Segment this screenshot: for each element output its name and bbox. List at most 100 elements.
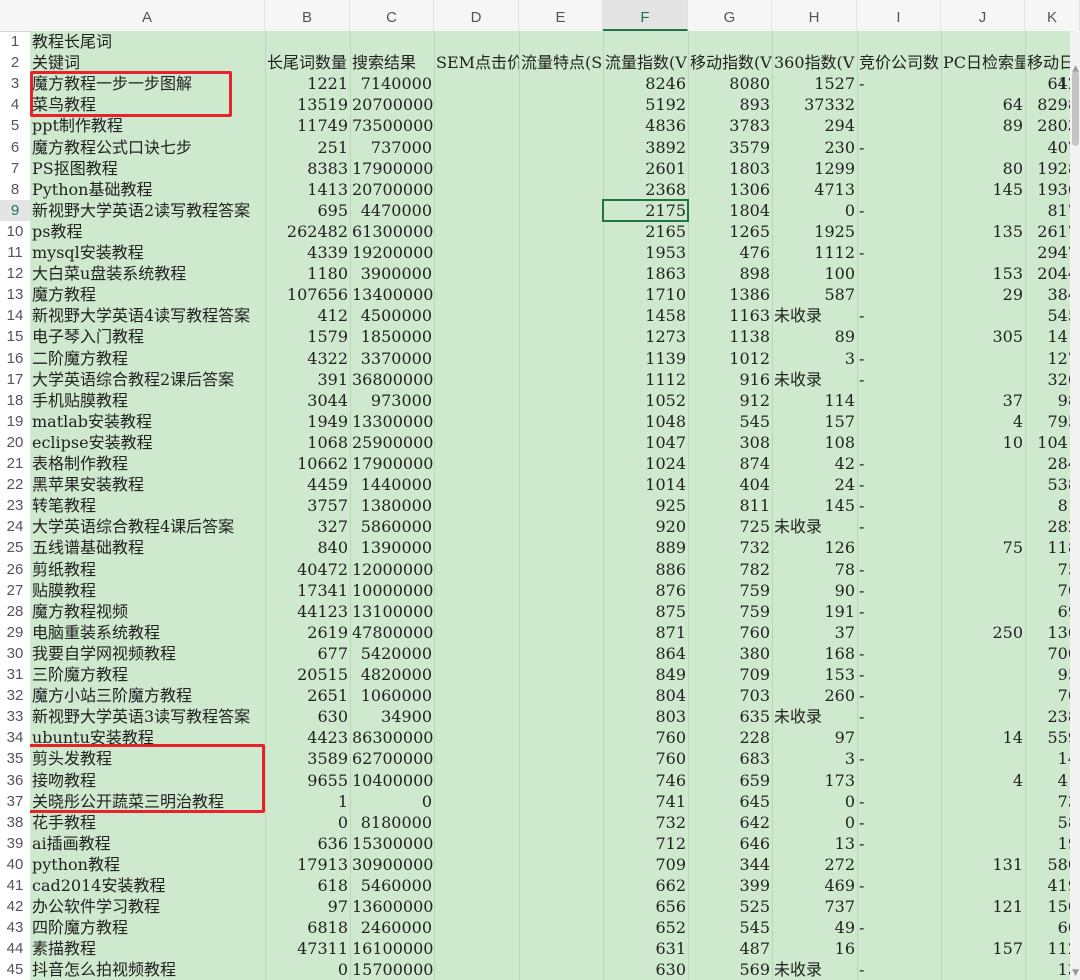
field-header-cell[interactable]: 搜索结果 [350,52,434,73]
value-cell[interactable]: 344 [688,854,772,875]
value-cell[interactable]: - [857,242,941,263]
value-cell[interactable]: 487 [688,938,772,959]
value-cell[interactable]: 2601 [603,158,688,179]
keyword-cell[interactable]: matlab安装教程 [30,411,265,432]
value-cell[interactable] [941,137,1025,158]
value-cell[interactable]: 0 [350,791,434,812]
keyword-cell[interactable]: 贴膜教程 [30,580,265,601]
value-cell[interactable] [941,959,1025,980]
keyword-cell[interactable]: 魔方教程 [30,284,265,305]
value-cell[interactable]: 1014 [603,474,688,495]
cell-grid[interactable]: 教程长尾词关键词长尾词数量搜索结果SEM点击价格流量特点(S流量指数(V移动指数… [30,31,1070,980]
value-cell[interactable]: 476 [688,242,772,263]
row-header-24[interactable]: 24 [0,516,30,537]
value-cell[interactable] [941,516,1025,537]
value-cell[interactable]: 4 [941,411,1025,432]
row-header-23[interactable]: 23 [0,495,30,516]
value-cell[interactable]: 15300000 [350,833,434,854]
value-cell[interactable] [857,390,941,411]
value-cell[interactable]: 4713 [772,179,857,200]
value-cell[interactable]: 58 [1025,812,1070,833]
value-cell[interactable] [434,73,519,94]
value-cell[interactable] [434,622,519,643]
value-cell[interactable]: 70 [1025,685,1070,706]
row-header-17[interactable]: 17 [0,369,30,390]
value-cell[interactable] [434,917,519,938]
value-cell[interactable] [519,263,603,284]
value-cell[interactable]: 5420000 [350,643,434,664]
column-header-a[interactable]: A [30,0,265,31]
value-cell[interactable]: 17913 [265,854,350,875]
value-cell[interactable]: 920 [603,516,688,537]
value-cell[interactable]: 4470000 [350,200,434,221]
value-cell[interactable]: 157 [772,411,857,432]
value-cell[interactable] [519,664,603,685]
value-cell[interactable]: 62700000 [350,748,434,769]
value-cell[interactable] [519,158,603,179]
value-cell[interactable]: 3370000 [350,348,434,369]
value-cell[interactable] [434,938,519,959]
value-cell[interactable]: 9655 [265,770,350,791]
value-cell[interactable]: 86300000 [350,727,434,748]
value-cell[interactable]: 849 [603,664,688,685]
value-cell[interactable] [941,242,1025,263]
value-cell[interactable]: 40472 [265,559,350,580]
value-cell[interactable]: 545 [688,411,772,432]
value-cell[interactable]: 未收录 [772,369,857,390]
keyword-cell[interactable]: 关晓彤公开蔬菜三明治教程 [30,791,265,812]
value-cell[interactable]: 1138 [688,326,772,347]
row-header-9[interactable]: 9 [0,199,30,221]
column-header-d[interactable]: D [434,0,519,31]
value-cell[interactable] [519,516,603,537]
value-cell[interactable]: 4820000 [350,664,434,685]
value-cell[interactable]: 2651 [265,685,350,706]
value-cell[interactable]: 8383 [265,158,350,179]
value-cell[interactable]: 6818 [265,917,350,938]
value-cell[interactable]: 112 [1025,938,1070,959]
value-cell[interactable] [434,137,519,158]
row-header-19[interactable]: 19 [0,411,30,432]
value-cell[interactable]: 893 [688,94,772,115]
value-cell[interactable]: 60 [1025,917,1070,938]
column-header-k[interactable]: K [1025,0,1080,31]
keyword-cell[interactable]: 大学英语综合教程2课后答案 [30,369,265,390]
row-header-3[interactable]: 3 [0,73,30,94]
value-cell[interactable] [519,938,603,959]
value-cell[interactable] [519,453,603,474]
row-header-15[interactable]: 15 [0,326,30,347]
value-cell[interactable]: 1458 [603,305,688,326]
value-cell[interactable]: 272 [772,854,857,875]
value-cell[interactable]: 250 [941,622,1025,643]
value-cell[interactable]: 89 [772,326,857,347]
value-cell[interactable] [434,791,519,812]
value-cell[interactable] [434,390,519,411]
value-cell[interactable] [857,537,941,558]
value-cell[interactable]: 4500000 [350,305,434,326]
value-cell[interactable]: 327 [265,516,350,537]
value-cell[interactable] [941,580,1025,601]
keyword-cell[interactable]: python教程 [30,854,265,875]
value-cell[interactable]: 1386 [688,284,772,305]
value-cell[interactable]: 412 [265,305,350,326]
row-header-42[interactable]: 42 [0,896,30,917]
value-cell[interactable]: 90 [772,580,857,601]
value-cell[interactable]: 737000 [350,137,434,158]
keyword-cell[interactable]: 五线谱基础教程 [30,537,265,558]
value-cell[interactable]: 1936 [1025,179,1070,200]
value-cell[interactable]: 326 [1025,369,1070,390]
value-cell[interactable]: 1579 [265,326,350,347]
value-cell[interactable] [519,495,603,516]
value-cell[interactable]: 41 [1025,770,1070,791]
value-cell[interactable]: 1803 [688,158,772,179]
value-cell[interactable]: 864 [603,643,688,664]
row-header-29[interactable]: 29 [0,622,30,643]
keyword-cell[interactable]: 手机贴膜教程 [30,390,265,411]
value-cell[interactable] [857,770,941,791]
value-cell[interactable]: 384 [1025,284,1070,305]
row-header-37[interactable]: 37 [0,791,30,812]
value-cell[interactable] [519,94,603,115]
row-header-33[interactable]: 33 [0,706,30,727]
value-cell[interactable]: 925 [603,495,688,516]
value-cell[interactable] [434,770,519,791]
value-cell[interactable]: 37332 [772,94,857,115]
